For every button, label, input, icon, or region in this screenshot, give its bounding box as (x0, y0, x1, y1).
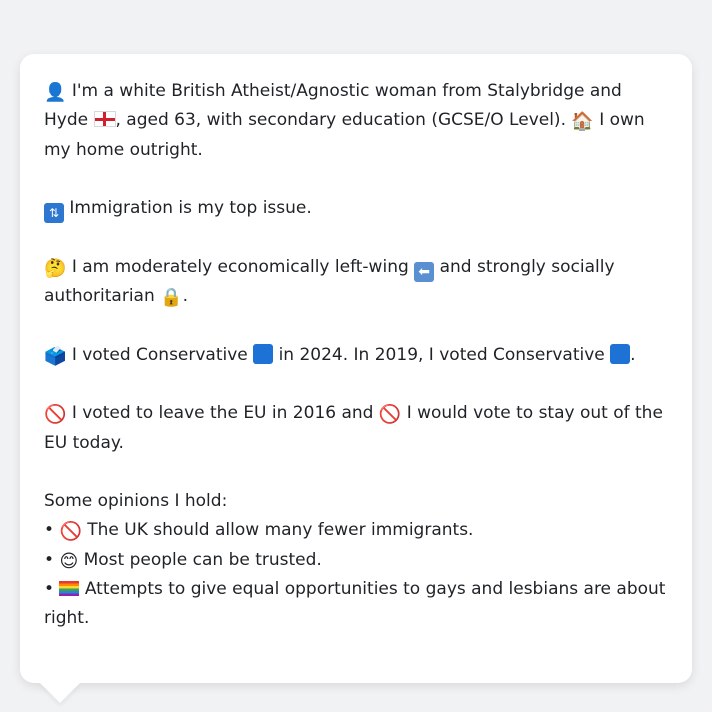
opinion-text: The UK should allow many fewer immigrant… (81, 520, 474, 541)
persona-message-bubble: 👤 I'm a white British Atheist/Agnostic w… (20, 54, 692, 703)
list-item: • 🚫 The UK should allow many fewer immig… (44, 516, 668, 545)
intro-paragraph: 👤 I'm a white British Atheist/Agnostic w… (44, 77, 668, 165)
ideology-text-a: I am moderately economically left-wing (66, 256, 415, 277)
bullet: • (44, 520, 55, 541)
opinions-heading: Some opinions I hold: (44, 491, 228, 512)
thinking-face-icon: 🤔 (44, 257, 67, 279)
blue-square-icon (610, 343, 631, 364)
left-arrow-icon: ⬅ (414, 261, 435, 282)
eu-text-a: I voted to leave the EU in 2016 and (66, 403, 379, 424)
chat-bubble-container: 👤 I'm a white British Atheist/Agnostic w… (20, 54, 692, 703)
opinions-paragraph: Some opinions I hold: • 🚫 The UK should … (44, 487, 668, 633)
no-entry-icon: 🚫 (59, 521, 82, 543)
smiling-face-icon: 😊 (59, 550, 79, 572)
rainbow-flag-icon (59, 581, 80, 597)
opinion-text: Most people can be trusted. (78, 549, 322, 570)
vote-paragraph: 🗳️ I voted Conservative in 2024. In 2019… (44, 341, 668, 370)
vote-text-a: I voted Conservative (66, 344, 254, 365)
bullet: • (44, 579, 55, 600)
vote-text-c: . (630, 344, 636, 365)
top-issue-text: Immigration is my top issue. (64, 198, 312, 219)
no-entry-icon: 🚫 (44, 404, 67, 426)
house-icon: 🏠 (571, 111, 594, 133)
ballot-box-icon: 🗳️ (44, 345, 67, 367)
bubble-tail (40, 682, 80, 703)
top-issue-paragraph: ⇅ Immigration is my top issue. (44, 194, 668, 224)
passport-control-icon: ⇅ (44, 203, 64, 224)
ideology-text-c: . (182, 286, 188, 307)
ideology-paragraph: 🤔 I am moderately economically left-wing… (44, 253, 668, 312)
person-icon: 👤 (44, 82, 67, 103)
vote-text-b: in 2024. In 2019, I voted Conservative (273, 344, 611, 365)
list-item: • Attempts to give equal opportunities t… (44, 575, 668, 634)
blue-square-icon (253, 343, 274, 364)
eu-paragraph: 🚫 I voted to leave the EU in 2016 and 🚫 … (44, 399, 668, 458)
opinion-text: Attempts to give equal opportunities to … (44, 579, 666, 629)
lock-icon: 🔒 (160, 287, 183, 309)
intro-text-b: , aged 63, with secondary education (GCS… (115, 110, 572, 131)
no-entry-icon: 🚫 (378, 404, 402, 426)
england-flag-icon (93, 111, 116, 128)
bullet: • (44, 549, 55, 570)
list-item: • 😊 Most people can be trusted. (44, 546, 668, 575)
